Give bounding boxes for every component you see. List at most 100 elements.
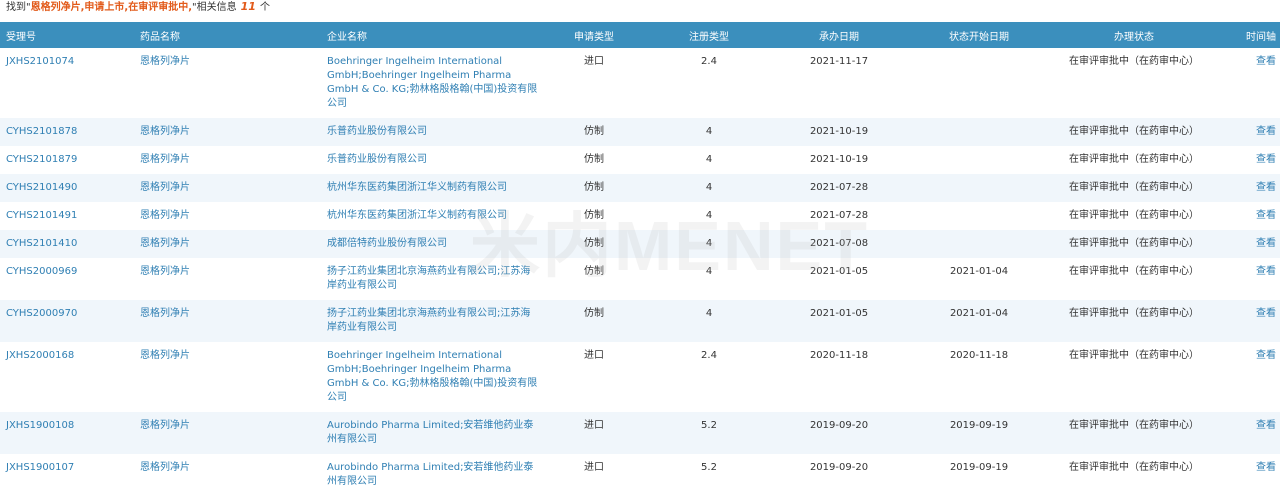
view-link-link[interactable]: 查看 <box>1256 420 1276 431</box>
table-row: CYHS2101491 恩格列净片 杭州华东医药集团浙江华义制药有限公司 仿制 4 202… <box>0 202 1280 230</box>
view-link-link[interactable]: 查看 <box>1256 182 1276 193</box>
cell-view-link: 查看 <box>1219 342 1280 412</box>
cell-drug-name: 恩格列净片 <box>134 258 321 300</box>
drug-name-link[interactable]: 恩格列净片 <box>140 154 190 165</box>
cell-reg-type: 4 <box>649 202 769 230</box>
cell-drug-name: 恩格列净片 <box>134 454 321 496</box>
company-link[interactable]: 扬子江药业集团北京海燕药业有限公司;江苏海岸药业有限公司 <box>327 308 530 333</box>
drug-name-link[interactable]: 恩格列净片 <box>140 308 190 319</box>
summary-suffix: 个 <box>259 2 270 13</box>
drug-name-link[interactable]: 恩格列净片 <box>140 126 190 137</box>
col-header-app-type[interactable]: 申请类型 <box>539 22 649 48</box>
accept-no-link[interactable]: CYHS2000969 <box>6 266 77 277</box>
drug-name-link[interactable]: 恩格列净片 <box>140 420 190 431</box>
company-link[interactable]: Boehringer Ingelheim International GmbH;… <box>327 56 537 109</box>
company-link[interactable]: Aurobindo Pharma Limited;安若维他药业泰州有限公司 <box>327 462 533 487</box>
drug-name-link[interactable]: 恩格列净片 <box>140 56 190 67</box>
view-link-link[interactable]: 查看 <box>1256 154 1276 165</box>
cell-undertake-date: 2021-10-19 <box>769 146 909 174</box>
view-link-link[interactable]: 查看 <box>1256 308 1276 319</box>
view-link-link[interactable]: 查看 <box>1256 266 1276 277</box>
accept-no-link[interactable]: CYHS2101490 <box>6 182 77 193</box>
table-row: CYHS2101878 恩格列净片 乐普药业股份有限公司 仿制 4 2021-10-19 在… <box>0 118 1280 146</box>
undertake-date-text: 2021-11-17 <box>809 56 869 67</box>
accept-no-link[interactable]: CYHS2101491 <box>6 210 77 221</box>
cell-app-type: 仿制 <box>539 300 649 342</box>
accept-no-link[interactable]: JXHS1900108 <box>6 420 74 431</box>
col-header-status[interactable]: 办理状态 <box>1049 22 1219 48</box>
col-header-accept-no[interactable]: 受理号 <box>0 22 134 48</box>
drug-name-link[interactable]: 恩格列净片 <box>140 182 190 193</box>
company-link[interactable]: 乐普药业股份有限公司 <box>327 154 427 165</box>
view-link-link[interactable]: 查看 <box>1256 462 1276 473</box>
table-body: JXHS2101074 恩格列净片 Boehringer Ingelheim Int… <box>0 48 1280 496</box>
cell-status-start <box>909 202 1049 230</box>
search-summary: 找到"恩格列净片,申请上市,在审评审批中,"相关信息 11 个 <box>0 0 1280 22</box>
view-link-link[interactable]: 查看 <box>1256 56 1276 67</box>
cell-status-start: 2019-09-19 <box>909 412 1049 454</box>
cell-accept-no: JXHS2101074 <box>0 48 134 118</box>
view-link-link[interactable]: 查看 <box>1256 126 1276 137</box>
drug-name-link[interactable]: 恩格列净片 <box>140 210 190 221</box>
undertake-date-text: 2021-07-28 <box>809 210 869 221</box>
drug-name-link[interactable]: 恩格列净片 <box>140 238 190 249</box>
col-header-status-start[interactable]: 状态开始日期 <box>909 22 1049 48</box>
drug-name-link[interactable]: 恩格列净片 <box>140 350 190 361</box>
cell-app-type: 进口 <box>539 342 649 412</box>
app-type-text: 仿制 <box>584 308 604 319</box>
cell-app-type: 仿制 <box>539 118 649 146</box>
status-start-text: 2021-01-04 <box>949 308 1009 319</box>
status-text: 在审评审批中（在药审中心） <box>1069 266 1199 277</box>
view-link-link[interactable]: 查看 <box>1256 238 1276 249</box>
cell-status: 在审评审批中（在药审中心） <box>1049 146 1219 174</box>
cell-accept-no: JXHS2000168 <box>0 342 134 412</box>
accept-no-link[interactable]: JXHS2000168 <box>6 350 74 361</box>
company-link[interactable]: 杭州华东医药集团浙江华义制药有限公司 <box>327 182 507 193</box>
view-link-link[interactable]: 查看 <box>1256 350 1276 361</box>
cell-accept-no: CYHS2000969 <box>0 258 134 300</box>
drug-name-link[interactable]: 恩格列净片 <box>140 266 190 277</box>
cell-reg-type: 5.2 <box>649 454 769 496</box>
undertake-date-text: 2021-01-05 <box>809 308 869 319</box>
cell-app-type: 进口 <box>539 48 649 118</box>
drug-name-link[interactable]: 恩格列净片 <box>140 462 190 473</box>
table-header: 受理号 药品名称 企业名称 申请类型 注册类型 承办日期 状态开始日期 办理状态… <box>0 22 1280 48</box>
reg-type-text: 4 <box>705 154 713 165</box>
cell-status: 在审评审批中（在药审中心） <box>1049 342 1219 412</box>
col-header-drug-name[interactable]: 药品名称 <box>134 22 321 48</box>
accept-no-link[interactable]: CYHS2101410 <box>6 238 77 249</box>
app-type-text: 仿制 <box>584 182 604 193</box>
cell-undertake-date: 2019-09-20 <box>769 454 909 496</box>
cell-company: Aurobindo Pharma Limited;安若维他药业泰州有限公司 <box>321 454 539 496</box>
company-link[interactable]: Aurobindo Pharma Limited;安若维他药业泰州有限公司 <box>327 420 533 445</box>
cell-status-start <box>909 174 1049 202</box>
accept-no-link[interactable]: JXHS2101074 <box>6 56 74 67</box>
cell-company: 杭州华东医药集团浙江华义制药有限公司 <box>321 174 539 202</box>
reg-type-text: 4 <box>705 210 713 221</box>
cell-drug-name: 恩格列净片 <box>134 146 321 174</box>
company-link[interactable]: Boehringer Ingelheim International GmbH;… <box>327 350 537 403</box>
summary-middle: "相关信息 <box>192 2 237 13</box>
cell-company: 乐普药业股份有限公司 <box>321 146 539 174</box>
col-header-undertake-date[interactable]: 承办日期 <box>769 22 909 48</box>
accept-no-link[interactable]: CYHS2101878 <box>6 126 77 137</box>
status-start-text: 2021-01-04 <box>949 266 1009 277</box>
col-header-reg-type[interactable]: 注册类型 <box>649 22 769 48</box>
cell-status: 在审评审批中（在药审中心） <box>1049 454 1219 496</box>
view-link-link[interactable]: 查看 <box>1256 210 1276 221</box>
cell-accept-no: JXHS1900107 <box>0 454 134 496</box>
summary-keyword: 恩格列净片,申请上市,在审评审批中, <box>30 2 193 13</box>
company-link[interactable]: 扬子江药业集团北京海燕药业有限公司;江苏海岸药业有限公司 <box>327 266 530 291</box>
accept-no-link[interactable]: CYHS2000970 <box>6 308 77 319</box>
accept-no-link[interactable]: JXHS1900107 <box>6 462 74 473</box>
col-header-company[interactable]: 企业名称 <box>321 22 539 48</box>
company-link[interactable]: 乐普药业股份有限公司 <box>327 126 427 137</box>
cell-view-link: 查看 <box>1219 118 1280 146</box>
cell-app-type: 进口 <box>539 454 649 496</box>
company-link[interactable]: 杭州华东医药集团浙江华义制药有限公司 <box>327 210 507 221</box>
cell-status: 在审评审批中（在药审中心） <box>1049 48 1219 118</box>
cell-status: 在审评审批中（在药审中心） <box>1049 412 1219 454</box>
company-link[interactable]: 成都倍特药业股份有限公司 <box>327 238 447 249</box>
app-type-text: 仿制 <box>584 154 604 165</box>
accept-no-link[interactable]: CYHS2101879 <box>6 154 77 165</box>
